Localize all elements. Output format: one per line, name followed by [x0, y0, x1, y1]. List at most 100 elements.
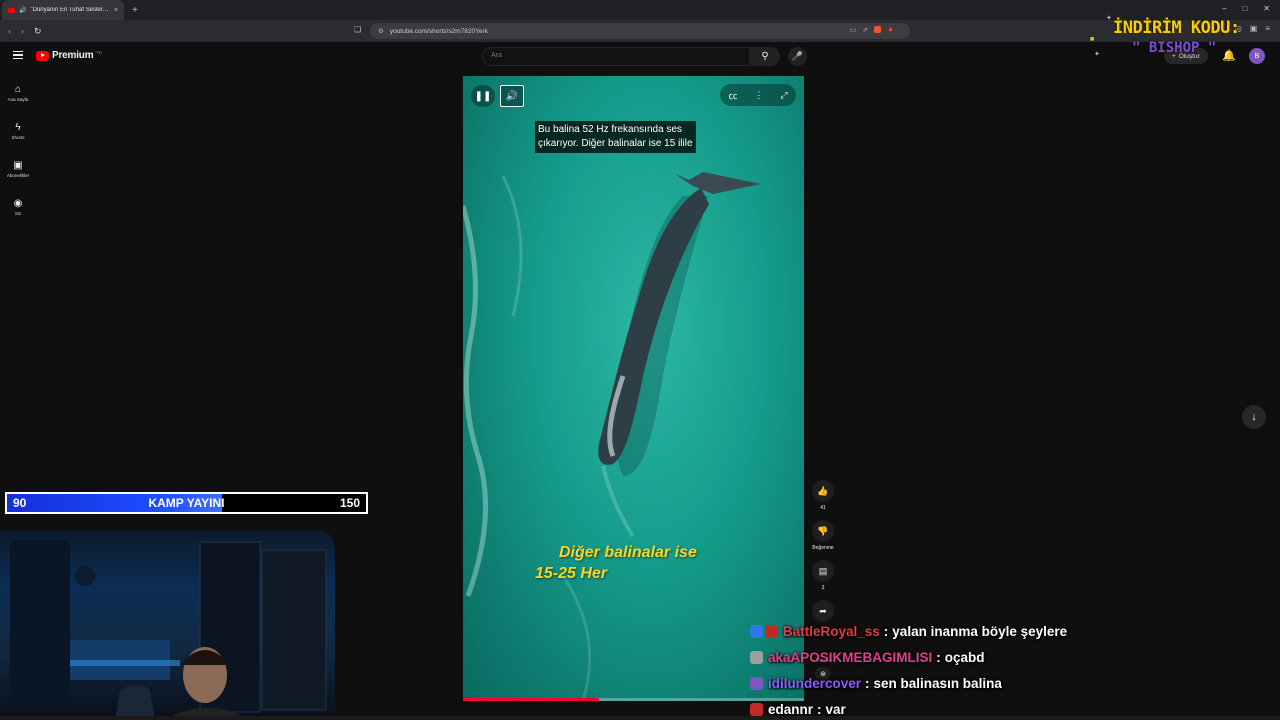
chat-username: edannr — [768, 701, 814, 717]
site-info-icon[interactable]: ⚙ — [378, 27, 384, 35]
chat-text: yalan inanma böyle şeylere — [892, 623, 1068, 639]
stream-chat-overlay: BattleRoyal_ss : yalan inanma böyle şeyl… — [750, 618, 1170, 720]
dislike-action: 👎 Beğenme — [809, 520, 837, 560]
url-text: youtube.com/shorts/s2m7820Yerk — [389, 27, 488, 35]
sidebar-item-you[interactable]: ◉ Siz — [0, 188, 36, 226]
subtitle-line: 15-25 Her — [535, 565, 608, 582]
sidebar-item-label: Abonelikler — [6, 172, 30, 178]
tab-close-icon[interactable]: × — [114, 7, 118, 14]
sidebar-item-home[interactable]: ⌂ Ana Sayfa — [0, 74, 36, 112]
sparkle-icon: ✦ — [1106, 15, 1112, 22]
side-navigation: ⌂ Ana Sayfa ϟ Shorts ▣ Abonelikler ◉ Siz — [0, 74, 36, 226]
brave-shield-icon[interactable] — [874, 26, 882, 33]
youtube-favicon-icon — [8, 7, 15, 13]
reload-icon[interactable]: ↻ — [34, 26, 42, 37]
caption-line: Bu balina 52 Hz frekansında ses — [538, 124, 682, 135]
extensions-area: ◎ ▣ ≡ — [1235, 24, 1270, 33]
stream-goal-bar: KAMP YAYINI 90 150 — [5, 492, 368, 514]
goal-title: KAMP YAYINI — [148, 496, 225, 510]
chat-username: idilundercover — [768, 675, 862, 691]
more-options-icon[interactable]: ⋮ — [754, 90, 763, 101]
share-icon[interactable]: ⇗ — [862, 26, 868, 34]
browser-tab[interactable]: 🔊 "Dünyanın En Tuhaf Sesleri: S × — [2, 0, 124, 20]
minimize-icon[interactable]: – — [1222, 4, 1226, 13]
menu-icon[interactable]: ≡ — [1265, 24, 1270, 33]
sidebar-item-label: Shorts — [11, 134, 25, 140]
fullscreen-icon[interactable]: ⤢ — [780, 90, 787, 101]
comment-count: 3 — [821, 585, 825, 591]
close-window-icon[interactable]: ✕ — [1263, 4, 1270, 13]
chat-username: BattleRoyal_ss — [783, 623, 880, 639]
chat-username: akaAPOSIKMEBAGIMLISI — [768, 649, 933, 665]
next-video-arrow-icon[interactable]: ↓ — [1242, 405, 1266, 429]
sparkle-icon: ■ — [1090, 36, 1095, 43]
chat-text: oçabd — [944, 649, 985, 665]
you-icon: ◉ — [13, 197, 23, 209]
chat-separator: : — [883, 623, 889, 639]
search-icon[interactable]: ⚲ — [750, 47, 780, 66]
screen-bottom-edge — [0, 716, 1280, 720]
promo-code-title: İNDİRİM KODU: — [1113, 18, 1240, 38]
whale-video-frame — [463, 172, 761, 701]
volume-icon[interactable]: 🔊 — [500, 85, 524, 107]
youtube-premium-logo[interactable]: Premium TR — [36, 50, 102, 61]
like-icon[interactable]: 👍 — [812, 480, 834, 502]
menu-hamburger-icon[interactable] — [13, 51, 23, 59]
audio-icon: 🔊 — [19, 7, 27, 14]
burned-in-subtitle: Diğer balinalar ise 15-25 Her — [535, 542, 697, 584]
notifications-bell-icon[interactable]: 🔔 — [1222, 49, 1236, 62]
goal-current: 90 — [13, 496, 27, 510]
promo-code-value: " BISHOP " — [1132, 40, 1217, 56]
microphone-icon[interactable]: 🎤 — [788, 47, 807, 66]
search-input[interactable]: Ara — [482, 47, 750, 66]
home-icon: ⌂ — [14, 83, 22, 95]
forward-icon[interactable]: › — [21, 26, 24, 37]
chat-message: akaAPOSIKMEBAGIMLISI : oçabd — [750, 644, 1170, 670]
caption-line: çıkarıyor. Diğer balinalar ise 15 ilile — [538, 138, 693, 149]
dislike-label: Beğenme — [812, 545, 834, 551]
chat-message: idilundercover : sen balinasın balina — [750, 670, 1170, 696]
chat-text: sen balinasın balina — [873, 675, 1002, 691]
address-bar[interactable]: ⚙ youtube.com/shorts/s2m7820Yerk ▭ ⇗ ▲ — [370, 23, 910, 39]
rewards-icon[interactable]: ▲ — [887, 26, 894, 34]
sparkle-icon: ✦ — [1094, 51, 1100, 58]
pause-icon[interactable]: ❚❚ — [471, 85, 495, 107]
wallet-icon[interactable]: ▣ — [1250, 24, 1258, 33]
chat-badge-icon — [750, 624, 763, 638]
window-controls: – □ ✕ — [1222, 4, 1270, 13]
cast-icon[interactable]: ▭ — [850, 26, 857, 34]
chat-separator: : — [817, 701, 822, 717]
bookmark-icon[interactable]: ❏ — [354, 25, 361, 34]
logo-region: TR — [96, 50, 102, 55]
new-tab-button[interactable]: + — [132, 5, 138, 16]
chat-badge-icon — [765, 624, 778, 638]
shorts-icon: ϟ — [15, 121, 21, 133]
chat-separator: : — [936, 649, 941, 665]
chat-badge-icon — [750, 650, 763, 664]
maximize-icon[interactable]: □ — [1242, 4, 1247, 13]
sidebar-item-label: Ana Sayfa — [7, 96, 29, 102]
screen: { "browser": { "tab_title": "\"Dünyanın … — [0, 0, 1280, 720]
chat-badge-icon — [750, 676, 763, 690]
chat-message: BattleRoyal_ss : yalan inanma böyle şeyl… — [750, 618, 1170, 644]
closed-captions: Bu balina 52 Hz frekansında ses çıkarıyo… — [535, 121, 696, 153]
like-action: 👍 41 — [809, 480, 837, 520]
video-progress-fill — [463, 698, 600, 701]
goal-target: 150 — [339, 496, 360, 510]
like-count: 41 — [820, 505, 826, 511]
shorts-video-player[interactable]: ❚❚ 🔊 ㏄ ⋮ ⤢ Bu balina 52 Hz frekansında s… — [463, 76, 804, 701]
webcam-image — [10, 540, 327, 720]
sidebar-item-label: Siz — [14, 210, 22, 216]
captions-icon[interactable]: ㏄ — [728, 89, 737, 102]
sidebar-item-shorts[interactable]: ϟ Shorts — [0, 112, 36, 150]
avatar[interactable]: B — [1249, 48, 1265, 64]
tab-title: "Dünyanın En Tuhaf Sesleri: S — [30, 7, 110, 13]
webcam-feed — [0, 530, 335, 720]
back-icon[interactable]: ‹ — [8, 26, 11, 37]
comment-action: ▤ 3 — [809, 560, 837, 600]
dislike-icon[interactable]: 👎 — [812, 520, 834, 542]
comment-icon[interactable]: ▤ — [812, 560, 834, 582]
sidebar-item-subscriptions[interactable]: ▣ Abonelikler — [0, 150, 36, 188]
player-top-controls: ㏄ ⋮ ⤢ — [720, 84, 796, 106]
logo-text: Premium — [52, 50, 94, 61]
